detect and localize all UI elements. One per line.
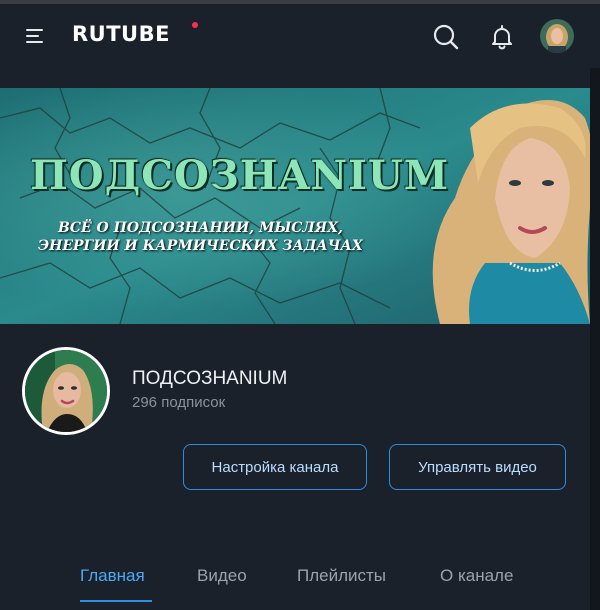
- banner-title: ПОДСОЗНANIUM: [30, 152, 449, 199]
- search-icon[interactable]: [432, 23, 460, 51]
- subscriber-count: 296 подписок: [132, 394, 226, 411]
- channel-tabs: Главная Видео Плейлисты О канале: [0, 560, 590, 610]
- banner-subtitle-line2: ЭНЕРГИИ И КАРМИЧЕСКИХ ЗАДАЧАХ: [38, 238, 363, 254]
- tab-main[interactable]: Главная: [80, 566, 145, 586]
- user-avatar[interactable]: [540, 19, 574, 53]
- rutube-logo[interactable]: RUTUBE: [72, 22, 170, 46]
- active-tab-indicator: [80, 600, 152, 602]
- tab-videos[interactable]: Видео: [197, 566, 247, 586]
- channel-settings-button[interactable]: Настройка канала: [183, 444, 367, 490]
- channel-name: ПОДСОЗНANIUM: [132, 368, 288, 389]
- channel-avatar[interactable]: [22, 347, 110, 435]
- logo-dot: [192, 22, 198, 28]
- tab-playlists[interactable]: Плейлисты: [297, 566, 386, 586]
- menu-icon[interactable]: [24, 24, 48, 48]
- channel-banner: ПОДСОЗНANIUM ВСЁ О ПОДСОЗНАНИИ, МЫСЛЯХ, …: [0, 88, 590, 324]
- scrollbar-track: [590, 68, 600, 610]
- manage-videos-button[interactable]: Управлять видео: [389, 444, 566, 490]
- tab-about[interactable]: О канале: [440, 566, 513, 586]
- banner-subtitle-line1: ВСЁ О ПОДСОЗНАНИИ, МЫСЛЯХ,: [58, 220, 343, 236]
- app-header: RUTUBE: [0, 4, 600, 68]
- bell-icon[interactable]: [488, 23, 516, 51]
